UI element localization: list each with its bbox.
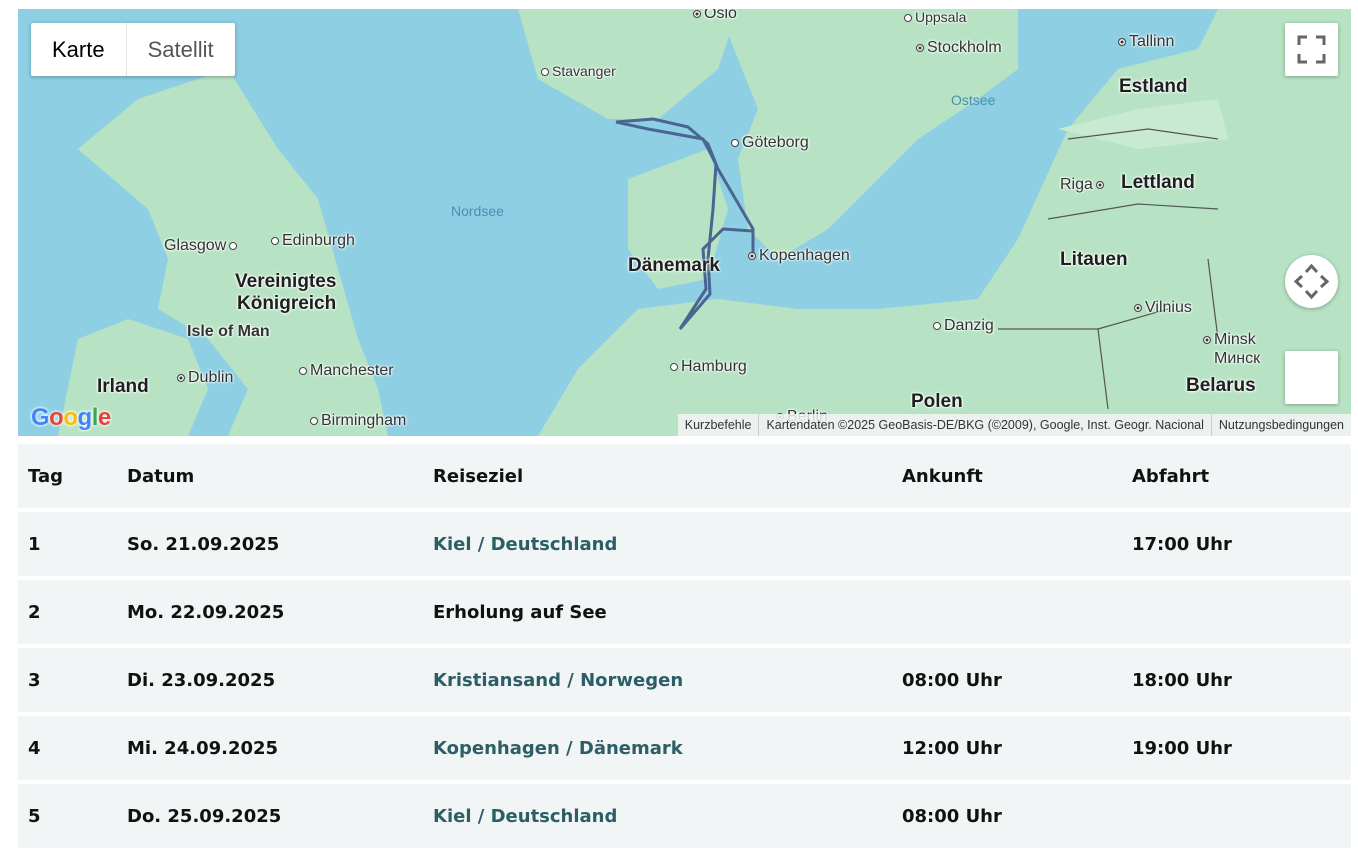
cell-date: So. 21.09.2025	[117, 512, 423, 576]
label-daenemark: Dänemark	[628, 255, 720, 276]
pan-icon	[1293, 263, 1330, 300]
map-type-karte-button[interactable]: Karte	[31, 23, 127, 76]
header-destination: Reiseziel	[423, 444, 892, 508]
label-uk-2: Königreich	[237, 293, 337, 314]
cell-day: 3	[18, 648, 117, 712]
cell-arrival	[892, 580, 1122, 644]
map-data-credit: Kartendaten ©2025 GeoBasis-DE/BKG (©2009…	[758, 414, 1210, 436]
label-edinburgh: Edinburgh	[268, 232, 355, 250]
label-irland: Irland	[97, 376, 149, 397]
cell-departure	[1122, 580, 1351, 644]
label-manchester: Manchester	[296, 362, 394, 380]
pan-control-button[interactable]	[1285, 255, 1338, 308]
label-nordsee: Nordsee	[451, 203, 504, 219]
destination-link[interactable]: Kristiansand / Norwegen	[433, 670, 683, 691]
table-row: 2 Mo. 22.09.2025 Erholung auf See	[18, 580, 1351, 644]
itinerary-table: Tag Datum Reiseziel Ankunft Abfahrt 1 So…	[18, 440, 1351, 852]
map-type-control: Karte Satellit	[31, 23, 235, 76]
label-belarus: Belarus	[1186, 375, 1256, 396]
cell-departure: 19:00 Uhr	[1122, 716, 1351, 780]
cell-day: 5	[18, 784, 117, 848]
label-hamburg: Hamburg	[667, 358, 747, 376]
map-type-satellit-button[interactable]: Satellit	[127, 23, 235, 76]
label-glasgow: Glasgow	[164, 237, 240, 255]
header-departure: Abfahrt	[1122, 444, 1351, 508]
cell-day: 2	[18, 580, 117, 644]
fullscreen-icon	[1297, 35, 1326, 64]
label-uppsala: Uppsala	[901, 9, 966, 25]
destination-link[interactable]: Kiel / Deutschland	[433, 806, 617, 827]
cell-arrival: 12:00 Uhr	[892, 716, 1122, 780]
street-view-button[interactable]	[1285, 351, 1338, 404]
label-riga: Riga	[1060, 176, 1107, 194]
label-isle-of-man: Isle of Man	[187, 323, 270, 340]
destination-link[interactable]: Kiel / Deutschland	[433, 534, 617, 555]
label-birmingham: Birmingham	[307, 412, 406, 430]
label-dublin: Dublin	[174, 369, 233, 387]
label-danzig: Danzig	[930, 317, 994, 335]
cell-day: 4	[18, 716, 117, 780]
label-kopenhagen: Kopenhagen	[745, 247, 850, 265]
label-oslo: Oslo	[690, 9, 737, 23]
label-tallinn: Tallinn	[1115, 33, 1174, 51]
terms-link[interactable]: Nutzungsbedingungen	[1210, 414, 1351, 436]
label-litauen: Litauen	[1060, 249, 1128, 270]
label-lettland: Lettland	[1121, 172, 1195, 193]
cell-destination: Kristiansand / Norwegen	[423, 648, 892, 712]
label-minsk: Minsk	[1200, 331, 1256, 349]
route-map[interactable]: Oslo Uppsala Stockholm Tallinn Stavanger…	[18, 9, 1351, 436]
cell-destination: Erholung auf See	[423, 580, 892, 644]
header-date: Datum	[117, 444, 423, 508]
label-minsk-cyrillic: Минск	[1214, 350, 1261, 367]
map-attribution: Kurzbefehle Kartendaten ©2025 GeoBasis-D…	[677, 414, 1351, 436]
cell-departure	[1122, 784, 1351, 848]
label-ostsee: Ostsee	[951, 92, 996, 108]
label-stockholm: Stockholm	[913, 39, 1002, 57]
table-row: 5 Do. 25.09.2025 Kiel / Deutschland 08:0…	[18, 784, 1351, 848]
cell-destination: Kiel / Deutschland	[423, 784, 892, 848]
cell-destination: Kiel / Deutschland	[423, 512, 892, 576]
header-arrival: Ankunft	[892, 444, 1122, 508]
cell-arrival: 08:00 Uhr	[892, 648, 1122, 712]
table-row: 3 Di. 23.09.2025 Kristiansand / Norwegen…	[18, 648, 1351, 712]
cell-day: 1	[18, 512, 117, 576]
cell-destination: Kopenhagen / Dänemark	[423, 716, 892, 780]
cell-arrival	[892, 512, 1122, 576]
cell-departure: 18:00 Uhr	[1122, 648, 1351, 712]
table-header-row: Tag Datum Reiseziel Ankunft Abfahrt	[18, 444, 1351, 508]
destination-link[interactable]: Kopenhagen / Dänemark	[433, 738, 683, 759]
cell-date: Do. 25.09.2025	[117, 784, 423, 848]
table-row: 4 Mi. 24.09.2025 Kopenhagen / Dänemark 1…	[18, 716, 1351, 780]
google-logo: Google	[31, 404, 111, 431]
fullscreen-button[interactable]	[1285, 23, 1338, 76]
keyboard-shortcuts-link[interactable]: Kurzbefehle	[678, 414, 759, 436]
label-vilnius: Vilnius	[1131, 299, 1192, 317]
cell-departure: 17:00 Uhr	[1122, 512, 1351, 576]
cell-arrival: 08:00 Uhr	[892, 784, 1122, 848]
label-polen: Polen	[911, 391, 963, 412]
label-uk: Vereinigtes	[235, 271, 337, 292]
header-day: Tag	[18, 444, 117, 508]
cell-date: Mi. 24.09.2025	[117, 716, 423, 780]
cell-date: Mo. 22.09.2025	[117, 580, 423, 644]
label-stavanger: Stavanger	[538, 63, 616, 79]
cell-date: Di. 23.09.2025	[117, 648, 423, 712]
label-estland: Estland	[1119, 76, 1188, 97]
label-goteborg: Göteborg	[728, 134, 809, 152]
table-row: 1 So. 21.09.2025 Kiel / Deutschland 17:0…	[18, 512, 1351, 576]
